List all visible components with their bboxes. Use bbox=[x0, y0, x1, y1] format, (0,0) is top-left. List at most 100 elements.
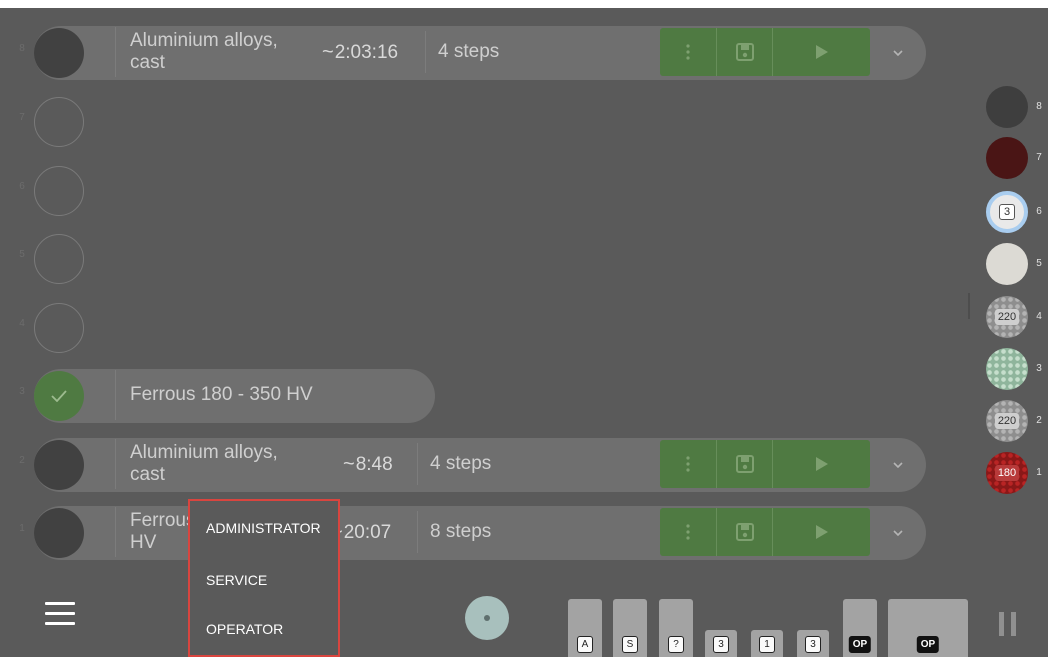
floppy-icon bbox=[736, 43, 754, 61]
checkmark-icon bbox=[51, 390, 67, 402]
empty-slot[interactable] bbox=[34, 234, 84, 284]
slot-chip: A bbox=[577, 636, 593, 653]
program-row-8[interactable]: 8 Aluminium alloys, cast ~2:03:16 4 step… bbox=[0, 25, 940, 81]
bottom-slot-1[interactable]: 1 bbox=[751, 630, 783, 657]
floppy-icon bbox=[736, 523, 754, 541]
save-button[interactable] bbox=[716, 508, 773, 556]
expand-button[interactable] bbox=[887, 43, 909, 63]
bottom-slot-3b[interactable]: 3 bbox=[797, 630, 829, 657]
program-name: Ferrous 180 - 350 HV bbox=[115, 370, 390, 420]
program-name: Aluminium alloys, cast bbox=[115, 439, 300, 489]
run-button[interactable] bbox=[772, 28, 871, 76]
rail-disc-3[interactable] bbox=[986, 348, 1028, 390]
approx-icon: ~ bbox=[322, 41, 334, 63]
program-row-1[interactable]: 1 FerrousHV ~20:07 8 steps bbox=[0, 505, 940, 561]
run-button[interactable] bbox=[772, 508, 871, 556]
more-options-button[interactable] bbox=[660, 508, 716, 556]
rail-disc-label: 220 bbox=[994, 413, 1020, 429]
pause-bar bbox=[1011, 612, 1016, 636]
slot-chip: S bbox=[622, 636, 638, 653]
rail-divider bbox=[968, 293, 970, 319]
save-button[interactable] bbox=[716, 28, 773, 76]
slot-disc[interactable] bbox=[34, 28, 84, 78]
action-group bbox=[660, 508, 870, 556]
expand-button[interactable] bbox=[887, 523, 909, 543]
rail-disc-8[interactable] bbox=[986, 86, 1028, 128]
kebab-icon bbox=[686, 44, 690, 60]
program-row-3[interactable]: 3 Ferrous 180 - 350 HV bbox=[0, 368, 940, 424]
bottom-slot-s[interactable]: S bbox=[613, 599, 647, 657]
menu-item-administrator[interactable]: ADMINISTRATOR bbox=[206, 520, 321, 536]
slot-chip: OP bbox=[916, 636, 940, 653]
run-button[interactable] bbox=[772, 440, 871, 488]
slot-number: 2 bbox=[19, 455, 25, 466]
play-icon bbox=[816, 45, 828, 59]
bottom-slot-3a[interactable]: 3 bbox=[705, 630, 737, 657]
empty-slot[interactable] bbox=[34, 97, 84, 147]
rail-number: 8 bbox=[1036, 101, 1042, 112]
rail-number: 4 bbox=[1036, 311, 1042, 322]
rail-disc-5[interactable] bbox=[986, 243, 1028, 285]
floppy-icon bbox=[736, 455, 754, 473]
program-name: Aluminium alloys, cast bbox=[115, 27, 300, 77]
play-icon bbox=[816, 525, 828, 539]
more-options-button[interactable] bbox=[660, 440, 716, 488]
hamburger-menu-button[interactable] bbox=[45, 602, 75, 626]
hamburger-line bbox=[45, 612, 75, 615]
rail-disc-7[interactable] bbox=[986, 137, 1028, 179]
slot-disc[interactable] bbox=[34, 440, 84, 490]
slot-chip: OP bbox=[848, 636, 872, 653]
rail-disc-2[interactable]: 220 bbox=[986, 400, 1028, 442]
hamburger-line bbox=[45, 602, 75, 605]
rail-number: 6 bbox=[1036, 206, 1042, 217]
empty-slot[interactable] bbox=[34, 303, 84, 353]
expand-button[interactable] bbox=[887, 455, 909, 475]
approx-icon: ~ bbox=[343, 453, 355, 475]
menu-item-operator[interactable]: OPERATOR bbox=[206, 621, 283, 637]
rail-number: 1 bbox=[1036, 467, 1042, 478]
program-row-2[interactable]: 2 Aluminium alloys, cast ~8:48 4 steps bbox=[0, 437, 940, 493]
slot-number: 3 bbox=[19, 386, 25, 397]
app-screen: 8 Aluminium alloys, cast ~2:03:16 4 step… bbox=[0, 8, 1048, 657]
status-dial[interactable] bbox=[465, 596, 509, 640]
more-options-button[interactable] bbox=[660, 28, 716, 76]
rail-disc-label: 180 bbox=[994, 465, 1020, 481]
menu-item-service[interactable]: SERVICE bbox=[206, 572, 267, 588]
slot-number: 7 bbox=[19, 112, 25, 123]
rail-number: 5 bbox=[1036, 258, 1042, 269]
program-row-5[interactable]: 5 bbox=[0, 231, 940, 287]
rail-disc-4[interactable]: 220 bbox=[986, 296, 1028, 338]
slot-number: 8 bbox=[19, 43, 25, 54]
slot-chip: 3 bbox=[713, 636, 729, 653]
slot-chip: 1 bbox=[759, 636, 775, 653]
empty-slot[interactable] bbox=[34, 166, 84, 216]
bottom-slot-op[interactable]: OP bbox=[843, 599, 877, 657]
bottom-slot-a[interactable]: A bbox=[568, 599, 602, 657]
slot-disc[interactable] bbox=[34, 508, 84, 558]
pause-button[interactable] bbox=[999, 612, 1019, 636]
user-role-menu: ADMINISTRATOR SERVICE OPERATOR bbox=[188, 499, 340, 657]
rail-number: 2 bbox=[1036, 415, 1042, 426]
rail-disc-6-selected[interactable]: 3 bbox=[986, 191, 1028, 233]
hamburger-line bbox=[45, 622, 75, 625]
duration-value: 20:07 bbox=[343, 522, 392, 543]
completed-slot[interactable] bbox=[34, 371, 84, 421]
save-button[interactable] bbox=[716, 440, 773, 488]
action-group bbox=[660, 28, 870, 76]
chevron-down-icon bbox=[893, 530, 903, 536]
chevron-down-icon bbox=[893, 50, 903, 56]
play-icon bbox=[816, 457, 828, 471]
program-name-line1: Ferrous bbox=[130, 510, 196, 531]
program-row-6[interactable]: 6 bbox=[0, 163, 940, 219]
duration-value: 8:48 bbox=[355, 454, 393, 475]
bottom-slot-op-large[interactable]: OP bbox=[888, 599, 968, 657]
rail-disc-1[interactable]: 180 bbox=[986, 452, 1028, 494]
program-row-7[interactable]: 7 bbox=[0, 94, 940, 150]
slot-number: 6 bbox=[19, 181, 25, 192]
bottom-slot-help[interactable]: ? bbox=[659, 599, 693, 657]
rail-number: 3 bbox=[1036, 363, 1042, 374]
rail-disc-label: 3 bbox=[998, 204, 1016, 220]
program-row-4[interactable]: 4 bbox=[0, 300, 940, 356]
program-name-line2: HV bbox=[130, 532, 157, 553]
kebab-icon bbox=[686, 524, 690, 540]
